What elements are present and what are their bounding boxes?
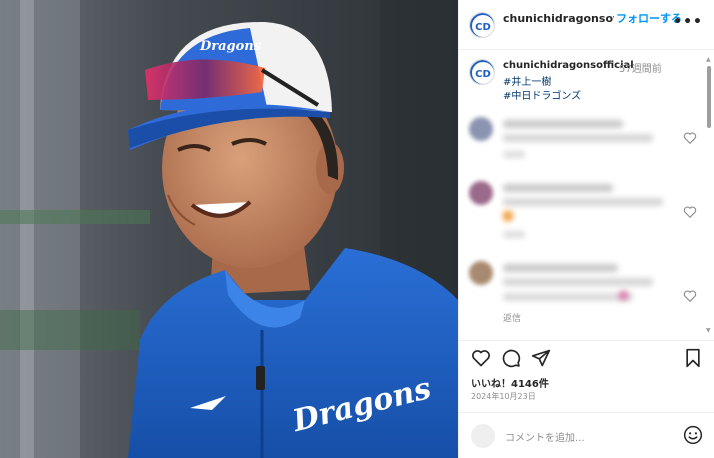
post-actions: いいね！4146件 2024年10月23日: [459, 340, 714, 406]
post-side-panel: CD chunichidragonsofficial フォローする ••• CD…: [458, 0, 714, 458]
comments-section: CD chunichidragonsofficial 57週間前 #井上一樹 #…: [459, 51, 714, 339]
caption-avatar[interactable]: CD: [469, 59, 495, 85]
hashtag-link[interactable]: #井上一樹: [503, 73, 551, 88]
comment-icon[interactable]: [501, 348, 521, 368]
post-date: 2024年10月23日: [471, 392, 536, 401]
svg-text:CD: CD: [475, 69, 491, 80]
caption-username[interactable]: chunichidragonsofficial: [503, 60, 634, 71]
team-logo-icon: CD: [470, 13, 494, 37]
post-header: CD chunichidragonsofficial フォローする •••: [459, 0, 714, 50]
share-icon[interactable]: [531, 348, 551, 368]
hashtag-link[interactable]: #中日ドラゴンズ: [503, 87, 581, 102]
more-options-icon[interactable]: •••: [673, 14, 703, 30]
blurred-text: [503, 134, 653, 142]
commenter-avatar[interactable]: [469, 117, 493, 141]
heart-icon[interactable]: [683, 289, 697, 303]
bookmark-icon[interactable]: [683, 348, 703, 368]
comment-item: [469, 117, 705, 183]
comment-item: [469, 181, 705, 247]
comment-item: 返信: [469, 261, 705, 327]
emoji-icon[interactable]: [683, 425, 703, 445]
follow-button[interactable]: フォローする: [614, 11, 682, 27]
blurred-text: [503, 231, 525, 238]
blurred-text: [503, 264, 618, 272]
blurred-emoji: [503, 211, 513, 221]
heart-icon[interactable]: [471, 348, 491, 368]
scrollbar-thumb[interactable]: [707, 66, 711, 128]
blurred-text: [503, 120, 623, 128]
comment-composer: コメントを追加...: [459, 412, 714, 458]
current-user-avatar: [471, 424, 495, 448]
scroll-up-icon[interactable]: ▲: [706, 56, 711, 63]
blurred-emoji: [619, 291, 628, 300]
commenter-avatar[interactable]: [469, 261, 493, 285]
instagram-post-view: Dragons Dragons CD chunichidragonsoffici…: [0, 0, 714, 458]
comment-input[interactable]: コメントを追加...: [505, 429, 585, 444]
blurred-text: [503, 151, 525, 158]
reply-button[interactable]: 返信: [503, 311, 521, 324]
scroll-down-icon[interactable]: ▼: [706, 327, 711, 334]
blurred-text: [503, 293, 633, 301]
blurred-text: [503, 198, 663, 206]
heart-icon[interactable]: [683, 205, 697, 219]
team-logo-icon: CD: [470, 60, 494, 84]
svg-text:CD: CD: [475, 22, 491, 33]
coach-photo: Dragons Dragons: [0, 0, 458, 458]
blurred-text: [503, 278, 653, 286]
heart-icon[interactable]: [683, 131, 697, 145]
comments-scrollbar[interactable]: ▲ ▼: [706, 56, 712, 334]
caption-timestamp[interactable]: 57週間前: [619, 60, 662, 75]
account-avatar[interactable]: CD: [469, 12, 495, 38]
blurred-text: [503, 184, 613, 192]
post-photo[interactable]: Dragons Dragons: [0, 0, 458, 458]
likes-count[interactable]: いいね！4146件: [471, 375, 549, 390]
commenter-avatar[interactable]: [469, 181, 493, 205]
cap-logo-text: Dragons: [199, 39, 262, 54]
